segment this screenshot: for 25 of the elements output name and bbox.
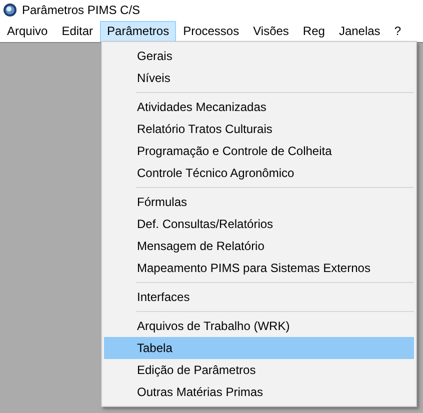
menu-item[interactable]: Interfaces (104, 286, 414, 308)
menu-item[interactable]: Atividades Mecanizadas (104, 96, 414, 118)
menu-item[interactable]: Mensagem de Relatório (104, 235, 414, 257)
menu-bar-item[interactable]: Processos (176, 20, 246, 42)
menu-bar-item[interactable]: Editar (54, 20, 100, 42)
window-title: Parâmetros PIMS C/S (22, 3, 140, 17)
menu-bar-item[interactable]: Reg (296, 20, 332, 42)
menu-item[interactable]: Relatório Tratos Culturais (104, 118, 414, 140)
menu-bar-item[interactable]: Visões (246, 20, 296, 42)
menu-item[interactable]: Outras Matérias Primas (104, 381, 414, 403)
menu-item[interactable]: Níveis (104, 67, 414, 89)
menu-item[interactable]: Edição de Parâmetros (104, 359, 414, 381)
menu-item[interactable]: Gerais (104, 45, 414, 67)
menu-bar-item[interactable]: Parâmetros (100, 20, 176, 42)
menu-item[interactable]: Arquivos de Trabalho (WRK) (104, 315, 414, 337)
menu-bar-item[interactable]: ? (387, 20, 408, 42)
menu-item[interactable]: Tabela (104, 337, 414, 359)
menu-bar-item[interactable]: Janelas (332, 20, 388, 42)
menu-item[interactable]: Mapeamento PIMS para Sistemas Externos (104, 257, 414, 279)
app-logo-icon (3, 3, 17, 17)
menu-item[interactable]: Controle Técnico Agronômico (104, 162, 414, 184)
menu-item[interactable]: Programação e Controle de Colheita (104, 140, 414, 162)
menu-bar-item[interactable]: Arquivo (0, 20, 55, 42)
menu-item[interactable]: Fórmulas (104, 191, 414, 213)
menu-item[interactable]: Def. Consultas/Relatórios (104, 213, 414, 235)
